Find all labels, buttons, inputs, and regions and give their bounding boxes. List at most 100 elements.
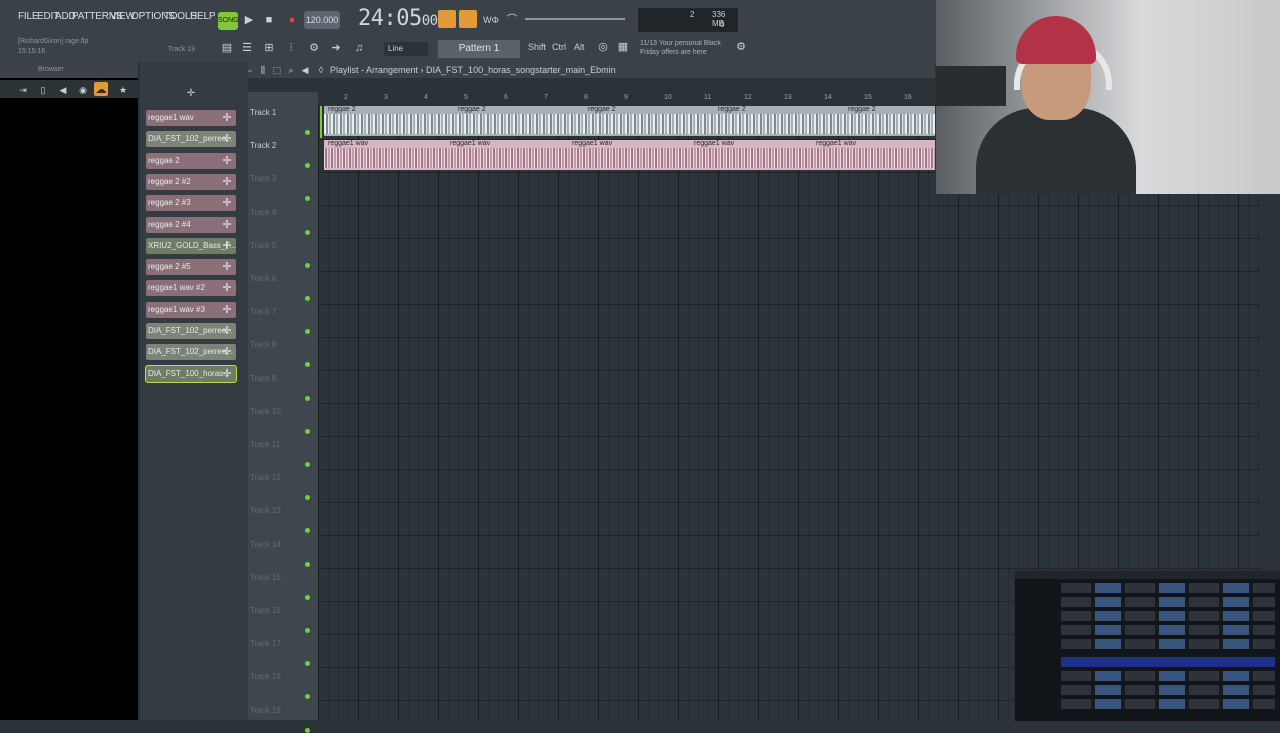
track-mute-led[interactable]	[305, 196, 310, 202]
track-label[interactable]: Track 16	[250, 606, 281, 615]
clip-add-icon[interactable]: ✛	[220, 259, 234, 275]
track-mute-led[interactable]	[305, 428, 310, 434]
settings-icon[interactable]: ⚙	[732, 39, 750, 55]
mini-window-thumbnail[interactable]	[1014, 570, 1280, 722]
mini-row	[1061, 625, 1275, 635]
mixer-icon[interactable]: ⫶	[282, 40, 300, 56]
clip-add-icon[interactable]: ✛	[220, 195, 234, 211]
mini-row-selected	[1061, 657, 1275, 667]
playlist-icon[interactable]: ▤	[218, 40, 236, 56]
audio-clip-lane-2[interactable]: reggae1 wav reggae1 wav reggae1 wav reggae1…	[324, 140, 935, 170]
track-mute-led[interactable]	[305, 661, 310, 667]
playlist-title: Playlist - Arrangement › DIA_FST_100_hor…	[330, 65, 616, 75]
track-label[interactable]: Track 18	[250, 672, 281, 681]
back-icon[interactable]: ◀	[54, 82, 72, 98]
timeline-ruler[interactable]: 2 3 4 5 6 7 8 9 10 11 12 13 14 15 16	[318, 92, 935, 106]
song-time-display: 24:0500	[358, 6, 438, 31]
track-label[interactable]: Track 19	[250, 706, 281, 715]
master-volume-slider[interactable]	[525, 18, 625, 20]
plugin-icon[interactable]: ⚙	[305, 40, 323, 56]
track-label[interactable]: Track 9	[250, 374, 276, 383]
cloud-icon[interactable]: ☁	[94, 82, 108, 96]
clip-add-icon[interactable]: ✛	[220, 280, 234, 296]
clip-add-icon[interactable]: ✛	[220, 174, 234, 190]
audio-clip-lane-1[interactable]: reggae 2 reggae 2 reggae 2 reggae 2 reggae 2	[324, 106, 935, 136]
track-label[interactable]: Track 13	[250, 506, 281, 515]
arrow-icon[interactable]: ➜	[327, 40, 345, 56]
track-mute-led[interactable]	[305, 130, 310, 135]
clip-add-icon[interactable]: ✛	[220, 110, 234, 126]
track-label[interactable]: Track 4	[250, 208, 276, 217]
clip-add-icon[interactable]: ✛	[220, 131, 234, 147]
track-mute-led[interactable]	[305, 528, 310, 534]
track-label[interactable]: Track 6	[250, 274, 276, 283]
alt-button[interactable]: Alt	[574, 42, 585, 52]
wave-icon[interactable]: WΦ	[482, 12, 500, 28]
expand-icon[interactable]: ◊	[312, 62, 330, 78]
add-pattern-icon[interactable]: ✛	[182, 86, 200, 102]
mini-row	[1061, 611, 1275, 621]
playhead[interactable]	[320, 106, 322, 138]
star-icon[interactable]: ★	[114, 82, 132, 98]
clip-add-icon[interactable]: ✛	[220, 153, 234, 169]
play-icon[interactable]: ▶	[240, 12, 258, 28]
track-label[interactable]: Track 3	[250, 174, 276, 183]
pattern-selector[interactable]: Pattern 1	[438, 40, 520, 58]
track-label[interactable]: Track 11	[250, 440, 280, 449]
snap-select[interactable]: Line	[384, 42, 428, 56]
target-icon[interactable]: ◉	[74, 82, 92, 98]
record-icon[interactable]: ●	[283, 12, 301, 28]
metronome-icon[interactable]	[438, 10, 456, 28]
menu-file[interactable]: FILE	[18, 11, 39, 22]
clip-add-icon[interactable]: ✛	[220, 366, 234, 382]
track-headers: Track 1 Track 2 Track 3 Track 4 Track 5 Track…	[248, 92, 318, 733]
clock-icon[interactable]: ◎	[594, 39, 612, 55]
news-panel[interactable]: 11/13 Your personal Black Friday offers …	[640, 39, 721, 57]
pitch-icon[interactable]: ⌒	[503, 12, 521, 28]
timeline-tick: 15	[864, 94, 872, 101]
track-label[interactable]: Track 17	[250, 639, 281, 648]
track-mute-led[interactable]	[305, 727, 310, 733]
track-label[interactable]: Track 2	[250, 141, 276, 150]
channel-rack-icon[interactable]: ⊞	[260, 40, 278, 56]
mic-icon[interactable]: ♫	[350, 40, 368, 56]
track-mute-led[interactable]	[305, 628, 310, 633]
wait-input-icon[interactable]	[459, 10, 477, 28]
gift-icon[interactable]: ▦	[614, 39, 632, 55]
track-mute-led[interactable]	[305, 329, 310, 335]
menu-help[interactable]: HELP	[190, 11, 216, 22]
clip-label: reggae1 wav	[572, 140, 613, 147]
stop-icon[interactable]: ■	[260, 12, 278, 28]
track-mute-led[interactable]	[305, 594, 310, 600]
song-mode-button[interactable]: SONG	[218, 12, 239, 30]
clip-add-icon[interactable]: ✛	[220, 344, 234, 360]
collapse-icon[interactable]: ⇥	[14, 82, 32, 98]
track-label[interactable]: Track 14	[250, 540, 281, 549]
track-mute-led[interactable]	[305, 262, 310, 268]
track-mute-led[interactable]	[305, 462, 310, 467]
shift-button[interactable]: Shift	[528, 42, 546, 52]
piano-roll-icon[interactable]: ☰	[238, 40, 256, 56]
track-mute-led[interactable]	[305, 561, 310, 567]
track-mute-led[interactable]	[305, 163, 310, 169]
tempo-display[interactable]: 120.000	[304, 11, 340, 29]
track-mute-led[interactable]	[305, 694, 310, 700]
track-mute-led[interactable]	[305, 495, 310, 501]
clip-add-icon[interactable]: ✛	[220, 217, 234, 233]
clip-add-icon[interactable]: ✛	[220, 323, 234, 339]
track-label[interactable]: Track 10	[250, 407, 281, 416]
track-mute-led[interactable]	[305, 296, 310, 301]
track-mute-led[interactable]	[305, 362, 310, 368]
track-label[interactable]: Track 12	[250, 473, 281, 482]
track-label[interactable]: Track 5	[250, 241, 276, 250]
track-label[interactable]: Track 8	[250, 340, 276, 349]
file-icon[interactable]: ▯	[34, 82, 52, 98]
track-label[interactable]: Track 1	[250, 108, 276, 117]
track-mute-led[interactable]	[305, 229, 310, 235]
track-mute-led[interactable]	[305, 395, 310, 401]
clip-add-icon[interactable]: ✛	[220, 302, 234, 318]
clip-add-icon[interactable]: ✛	[220, 238, 234, 254]
track-label[interactable]: Track 15	[250, 573, 281, 582]
track-label[interactable]: Track 7	[250, 307, 276, 316]
ctrl-button[interactable]: Ctrl	[552, 42, 566, 52]
